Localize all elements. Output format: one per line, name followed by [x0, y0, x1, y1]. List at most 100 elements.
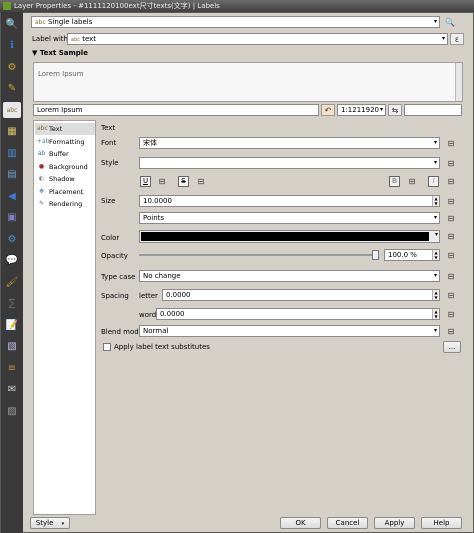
sidebar-item-actions[interactable]: ⚙	[3, 231, 21, 247]
nav-item-formatting[interactable]: +ab Formatting	[35, 136, 95, 148]
chevron-down-icon: ▾	[61, 521, 65, 527]
nav-item-text[interactable]: abc Text	[35, 123, 95, 135]
preview-scrollbar[interactable]	[455, 63, 462, 101]
sidebar-item-display[interactable]: 💬	[3, 253, 21, 269]
font-style-select[interactable]: ▾	[139, 157, 440, 169]
nav-item-buffer[interactable]: ab Buffer	[35, 148, 95, 160]
symbology-icon: ✎	[7, 83, 17, 94]
data-defined-override-icon[interactable]: ⊟	[444, 308, 458, 320]
nav-item-rendering[interactable]: ✎ Rendering	[35, 198, 95, 210]
data-defined-override-icon[interactable]: ⊟	[194, 175, 208, 187]
font-select[interactable]: 宋体 ▾	[139, 137, 440, 149]
italic-button[interactable]: I	[428, 176, 439, 187]
reset-sample-icon[interactable]: ↶	[321, 104, 335, 116]
data-defined-override-icon[interactable]: ⊟	[444, 230, 458, 242]
opacity-slider-track[interactable]	[139, 250, 379, 260]
sidebar-item-metadata[interactable]: 📝	[3, 317, 21, 333]
cancel-button[interactable]: Cancel	[327, 517, 368, 529]
strikeout-button[interactable]: S	[178, 176, 189, 187]
metadata-icon: 📝	[5, 319, 19, 331]
sidebar-item-search[interactable]: 🔍	[3, 16, 21, 32]
opacity-spinbox[interactable]: 100.0 % ▲ ▼	[384, 249, 440, 261]
placement-icon: ✥	[38, 187, 45, 195]
background-icon: ●	[38, 162, 45, 170]
labels-mode-select[interactable]: abc Single labels ▾	[31, 16, 440, 28]
help-button[interactable]: Help	[421, 517, 462, 529]
sidebar-item-symbology[interactable]: ✎	[3, 81, 21, 97]
spin-arrows-icon[interactable]: ▲ ▼	[432, 196, 439, 206]
sidebar-item-information[interactable]: ℹ	[3, 38, 21, 54]
size-spinbox[interactable]: 10.0000 ▲ ▼	[139, 195, 440, 207]
text-sample-header[interactable]: ▼ Text Sample	[32, 48, 88, 58]
fields-icon: ▥	[7, 147, 17, 159]
letter-spacing-spinbox[interactable]: 0.0000 ▲ ▼	[162, 289, 440, 301]
sidebar-item-digitizing[interactable]: ▨	[3, 403, 21, 419]
data-defined-override-icon[interactable]: ⊟	[444, 289, 458, 301]
expression-button[interactable]: ε	[450, 33, 464, 45]
color-button[interactable]: ▾	[139, 230, 440, 243]
sidebar-item-qgis-server[interactable]: ✉	[3, 382, 21, 398]
nav-item-placement[interactable]: ✥ Placement	[35, 186, 95, 198]
underline-button[interactable]: U	[140, 176, 151, 187]
data-defined-override-icon[interactable]: ⊟	[444, 157, 458, 169]
data-defined-override-icon[interactable]: ⊟	[444, 212, 458, 224]
field-type-icon: abc	[71, 37, 80, 43]
data-defined-override-icon[interactable]: ⊟	[444, 270, 458, 282]
word-spacing-value: 0.0000	[160, 310, 185, 318]
data-defined-override-icon[interactable]: ⊟	[444, 249, 458, 261]
chevron-down-icon: ▾	[433, 214, 437, 221]
sidebar-item-diagrams[interactable]: ▦	[3, 124, 21, 140]
buffer-icon: ab	[37, 150, 46, 157]
sidebar-item-fields[interactable]: ▥	[3, 145, 21, 161]
nav-item-label: Buffer	[49, 150, 69, 158]
sidebar-item-rendering[interactable]: 🖌	[3, 274, 21, 290]
opacity-slider-handle[interactable]	[372, 250, 379, 260]
data-defined-override-icon[interactable]: ⊟	[444, 195, 458, 207]
sidebar-item-dependencies[interactable]: ▧	[3, 339, 21, 355]
substitutes-checkbox[interactable]	[103, 343, 111, 351]
data-defined-override-icon[interactable]: ⊟	[444, 325, 458, 337]
sidebar-item-legend[interactable]: ≡	[3, 360, 21, 376]
font-label: Font	[101, 139, 117, 147]
preview-scale-select[interactable]: 1:1211920 ▾	[337, 104, 386, 116]
style-menu-button[interactable]: Style ▾	[30, 517, 70, 529]
labels-mode-help-icon[interactable]: 🔍	[443, 16, 457, 28]
chevron-down-icon: ▾	[433, 18, 437, 25]
sidebar-item-variables[interactable]: ∑	[3, 296, 21, 312]
apply-button[interactable]: Apply	[374, 517, 415, 529]
size-unit-select[interactable]: Points ▾	[139, 212, 440, 224]
sidebar-item-labels[interactable]: abc	[3, 102, 21, 118]
letter-spacing-value: 0.0000	[166, 291, 191, 299]
chevron-down-icon: ▾	[434, 231, 438, 238]
text-sample-title: Text Sample	[39, 49, 88, 57]
blend-mode-select[interactable]: Normal ▾	[139, 325, 440, 337]
background-color-button[interactable]	[404, 104, 462, 116]
sidebar-item-joins[interactable]: ◀	[3, 188, 21, 204]
form-icon: ▤	[7, 169, 17, 180]
chevron-down-icon: ▾	[441, 35, 445, 42]
type-case-select[interactable]: No change ▾	[139, 270, 440, 282]
spin-arrows-icon[interactable]: ▲ ▼	[432, 290, 439, 300]
data-defined-override-icon[interactable]: ⊟	[444, 137, 458, 149]
nav-item-background[interactable]: ● Background	[35, 161, 95, 173]
sidebar-item-auxiliary-storage[interactable]: ▣	[3, 210, 21, 226]
data-defined-override-icon[interactable]: ⊟	[405, 175, 419, 187]
sidebar-item-source[interactable]: ⚙	[3, 59, 21, 75]
label-with-field-select[interactable]: abc text ▾	[67, 33, 448, 45]
nav-item-shadow[interactable]: ◐ Shadow	[35, 173, 95, 185]
settings-icon: ⚙	[7, 61, 17, 73]
chevron-down-icon: ▾	[433, 159, 437, 166]
window-title: Layer Properties - #1111120100ext尺寸texts…	[14, 2, 220, 10]
ok-button[interactable]: OK	[280, 517, 321, 529]
sample-text-input[interactable]: Lorem Ipsum	[33, 104, 319, 116]
bold-button[interactable]: B	[389, 176, 400, 187]
word-spacing-spinbox[interactable]: 0.0000 ▲ ▼	[156, 308, 440, 320]
data-defined-override-icon[interactable]: ⊟	[444, 175, 458, 187]
size-unit-value: Points	[143, 214, 165, 222]
substitutes-edit-button[interactable]: ...	[443, 341, 461, 353]
data-defined-override-icon[interactable]: ⊟	[155, 175, 169, 187]
spin-arrows-icon[interactable]: ▲ ▼	[432, 250, 439, 260]
spin-arrows-icon[interactable]: ▲ ▼	[432, 309, 439, 319]
sidebar-item-attributes-form[interactable]: ▤	[3, 167, 21, 183]
canvas-scale-icon[interactable]: ⇆	[388, 104, 402, 116]
